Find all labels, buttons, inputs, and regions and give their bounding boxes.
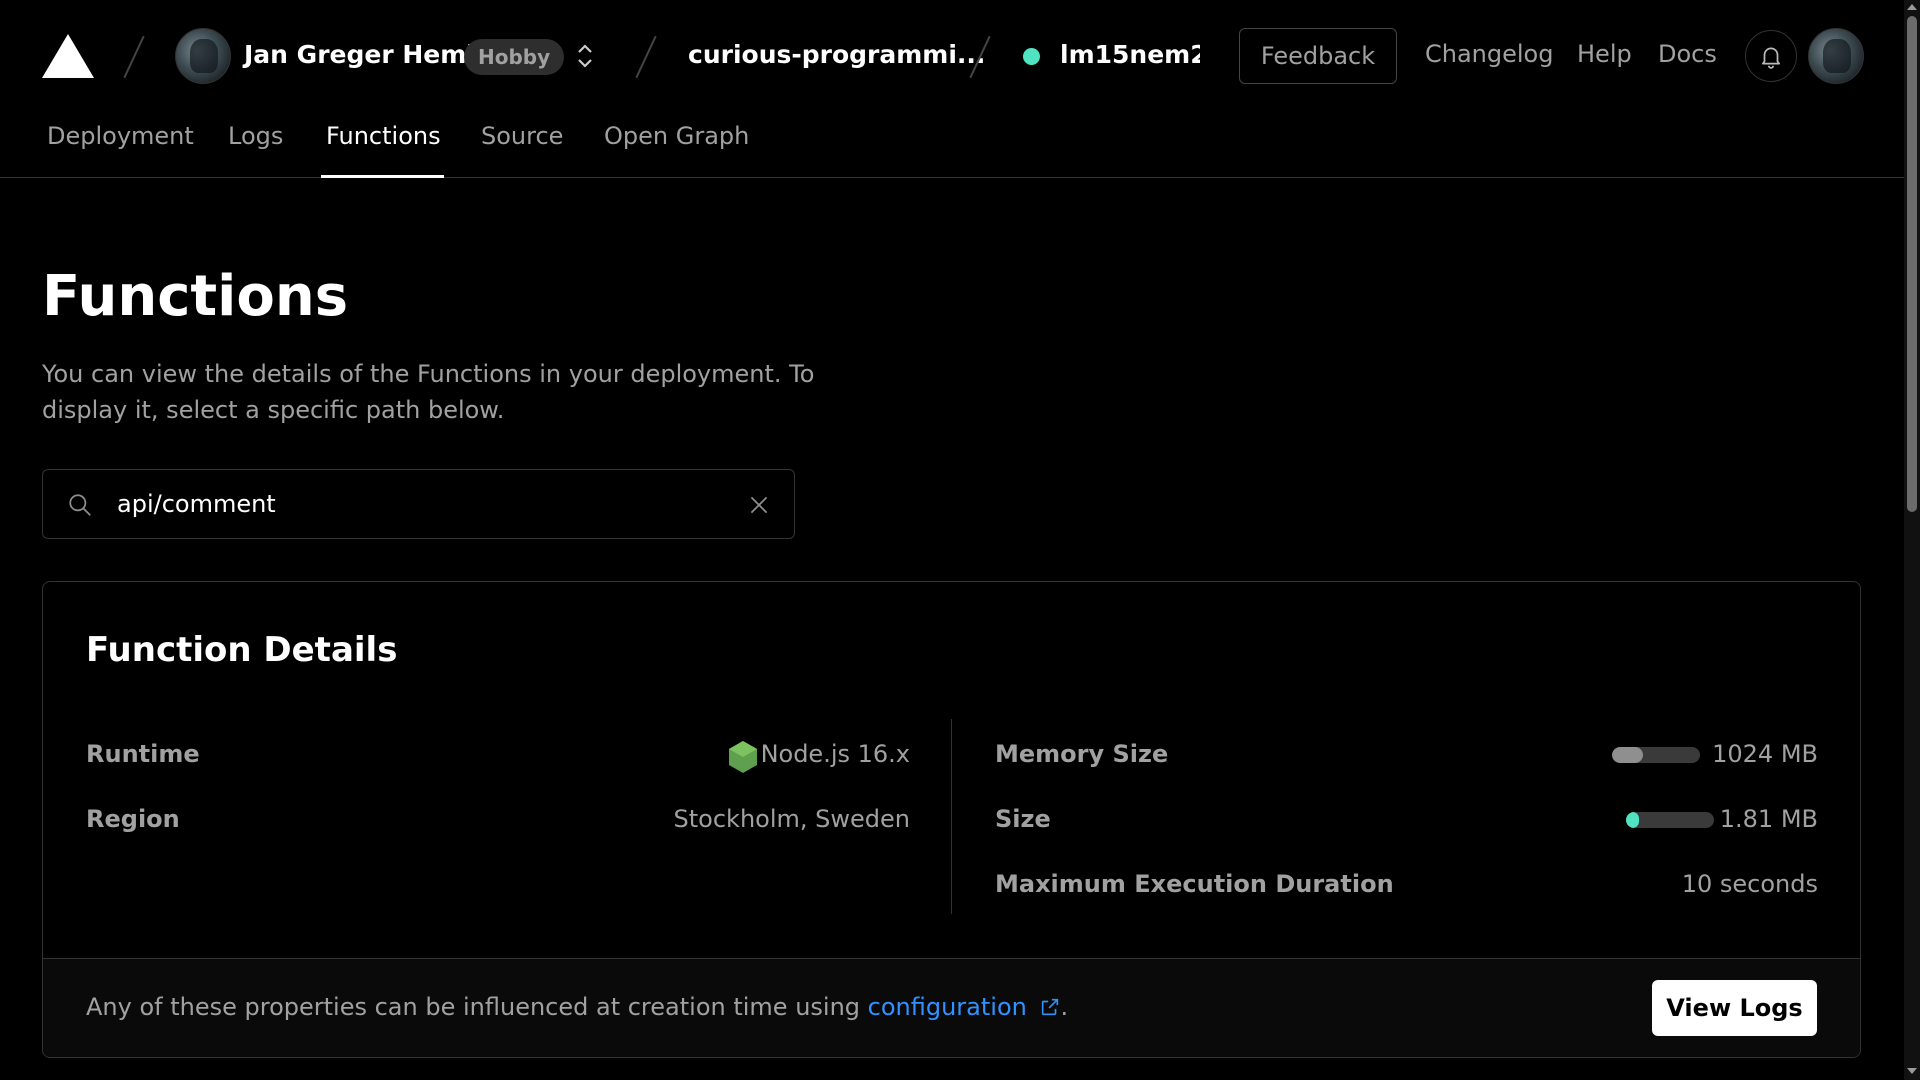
team-avatar[interactable] <box>175 28 231 84</box>
tab-logs[interactable]: Logs <box>228 122 283 150</box>
active-tab-indicator <box>321 175 444 178</box>
runtime-value: Node.js 16.x <box>760 740 910 768</box>
configuration-link[interactable]: configuration <box>868 993 1061 1021</box>
view-logs-button[interactable]: View Logs <box>1652 980 1817 1036</box>
column-divider <box>951 719 952 914</box>
card-title: Function Details <box>86 630 398 670</box>
function-search-input[interactable]: api/comment <box>42 469 795 539</box>
page-title: Functions <box>42 264 349 329</box>
tab-functions[interactable]: Functions <box>326 122 441 150</box>
chevron-updown-icon[interactable] <box>575 38 595 74</box>
close-icon[interactable] <box>746 492 772 518</box>
deployment-id[interactable]: lm15nem2p <box>1060 40 1200 69</box>
deployment-status-dot <box>1023 48 1040 65</box>
size-usage-bar <box>1626 812 1714 828</box>
help-link[interactable]: Help <box>1577 40 1632 68</box>
region-value: Stockholm, Sweden <box>673 805 910 833</box>
external-link-icon <box>1041 998 1058 1016</box>
configuration-link-label: configuration <box>867 993 1027 1021</box>
size-label: Size <box>995 805 1051 833</box>
top-navigation: Jan Greger Hemb Hobby curious-programmi.… <box>0 0 1904 110</box>
tab-source[interactable]: Source <box>481 122 563 150</box>
memory-usage-bar-fill <box>1612 747 1643 763</box>
scroll-up-arrow-icon[interactable] <box>1907 4 1917 10</box>
size-value: 1.81 MB <box>1719 805 1818 833</box>
footer-text-before: Any of these properties can be influence… <box>86 993 868 1021</box>
region-label: Region <box>86 805 180 833</box>
scrollbar-thumb[interactable] <box>1907 16 1917 512</box>
team-name[interactable]: Jan Greger Hemb <box>244 40 484 69</box>
page-scrollbar[interactable] <box>1904 0 1920 1080</box>
vercel-logo-icon[interactable] <box>42 34 94 78</box>
memory-usage-bar <box>1612 747 1700 763</box>
search-icon <box>69 494 91 516</box>
project-name[interactable]: curious-programmi... <box>688 40 985 69</box>
tab-deployment[interactable]: Deployment <box>47 122 194 150</box>
bell-icon <box>1762 47 1780 69</box>
breadcrumb-separator <box>123 35 145 79</box>
notifications-button[interactable] <box>1745 30 1797 82</box>
function-details-card: Function Details Runtime Node.js 16.x Re… <box>42 581 1861 1058</box>
user-avatar[interactable] <box>1808 28 1864 84</box>
footer-text-after: . <box>1060 993 1069 1021</box>
card-footer: Any of these properties can be influence… <box>43 958 1860 1057</box>
page-description: You can view the details of the Function… <box>42 360 815 424</box>
size-usage-bar-fill <box>1626 812 1640 828</box>
nodejs-icon <box>729 741 757 773</box>
search-value: api/comment <box>117 490 276 518</box>
footer-text: Any of these properties can be influence… <box>86 993 1068 1021</box>
tab-open-graph[interactable]: Open Graph <box>604 122 749 150</box>
changelog-link[interactable]: Changelog <box>1425 40 1553 68</box>
plan-badge: Hobby <box>464 39 565 75</box>
memory-size-value: 1024 MB <box>1712 740 1818 768</box>
breadcrumb-separator <box>635 35 657 79</box>
feedback-button[interactable]: Feedback <box>1239 28 1397 84</box>
deployment-tabs: Deployment Logs Functions Source Open Gr… <box>0 110 1904 178</box>
max-duration-value: 10 seconds <box>1681 870 1818 898</box>
docs-link[interactable]: Docs <box>1658 40 1717 68</box>
scroll-down-arrow-icon[interactable] <box>1907 1068 1917 1074</box>
max-duration-label: Maximum Execution Duration <box>995 870 1394 898</box>
memory-size-label: Memory Size <box>995 740 1169 768</box>
runtime-label: Runtime <box>86 740 200 768</box>
